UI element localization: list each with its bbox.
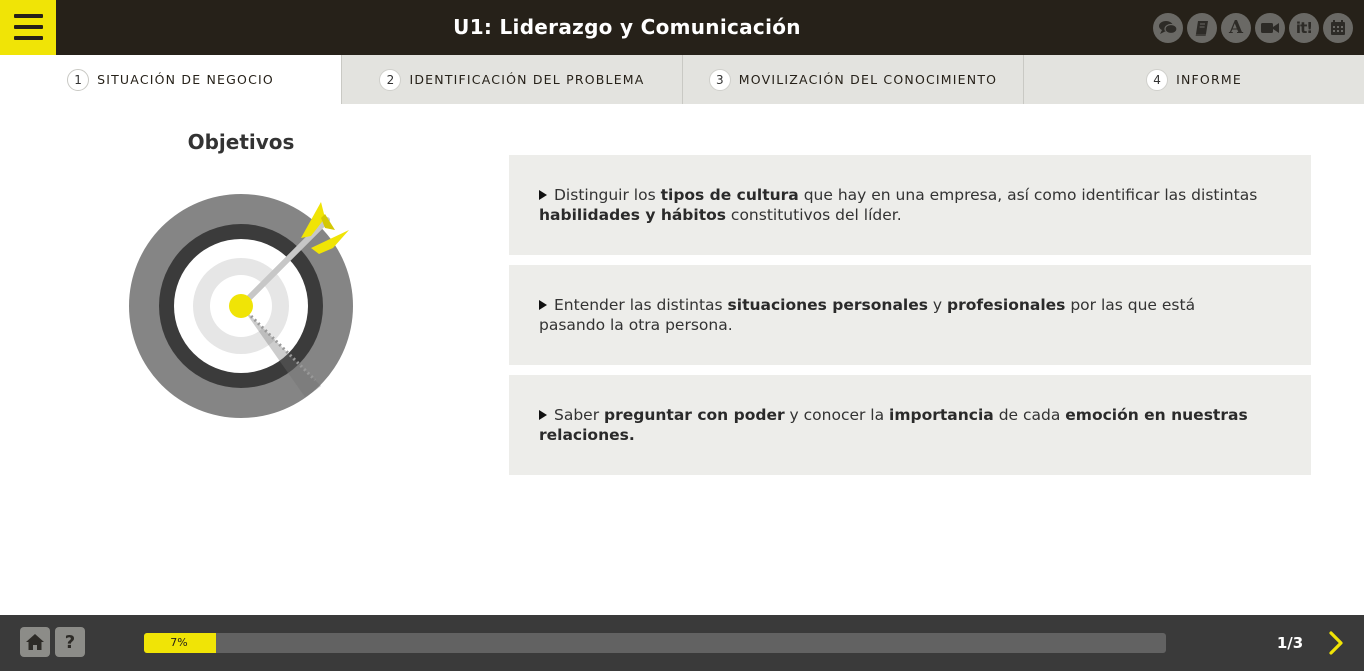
header-bar: U1: Liderazgo y Comunicación A it! (0, 0, 1364, 55)
video-camera-icon[interactable] (1255, 13, 1285, 43)
tab-label: IDENTIFICACIÓN DEL PROBLEMA (409, 72, 645, 87)
step-tabs: 1 SITUACIÓN DE NEGOCIO 2 IDENTIFICACIÓN … (0, 55, 1364, 104)
tab-label: INFORME (1176, 72, 1242, 87)
tab-number: 1 (67, 68, 90, 91)
objective-text: Saber preguntar con poder y conocer la i… (539, 406, 1248, 444)
tab-identificacion-del-problema[interactable]: 2 IDENTIFICACIÓN DEL PROBLEMA (341, 55, 682, 104)
tab-label: MOVILIZACIÓN DEL CONOCIMIENTO (738, 72, 998, 87)
tab-situacion-de-negocio[interactable]: 1 SITUACIÓN DE NEGOCIO (0, 55, 341, 104)
triangle-bullet-icon (539, 300, 547, 310)
tab-informe[interactable]: 4 INFORME (1023, 55, 1364, 104)
target-arrow-icon (129, 194, 353, 418)
objective-card: Saber preguntar con poder y conocer la i… (509, 375, 1311, 475)
progress-label: 7% (170, 636, 188, 649)
page-indicator: 1/3 (1276, 634, 1304, 652)
triangle-bullet-icon (539, 410, 547, 420)
home-button[interactable] (20, 627, 50, 657)
section-title: Objetivos (187, 130, 295, 154)
chevron-right-icon[interactable] (1322, 627, 1352, 659)
help-button[interactable]: ? (55, 627, 85, 657)
page-title: U1: Liderazgo y Comunicación (453, 15, 801, 39)
progress-bar: 7% (144, 633, 1166, 653)
tab-label: SITUACIÓN DE NEGOCIO (97, 72, 274, 87)
tab-number: 2 (379, 68, 402, 91)
tab-number: 4 (1146, 68, 1169, 91)
it-icon[interactable]: it! (1289, 13, 1319, 43)
calendar-icon[interactable] (1323, 13, 1353, 43)
chat-icon[interactable] (1153, 13, 1183, 43)
tab-number: 3 (708, 68, 731, 91)
toolbar: A it! (1153, 13, 1353, 43)
objective-text: Entender las distintas situaciones perso… (539, 296, 1196, 334)
font-icon[interactable]: A (1221, 13, 1251, 43)
footer-bar: ? 7% 1/3 (0, 615, 1364, 671)
triangle-bullet-icon (539, 190, 547, 200)
home-icon (26, 634, 44, 650)
objective-card: Entender las distintas situaciones perso… (509, 265, 1311, 365)
book-icon[interactable] (1187, 13, 1217, 43)
tab-movilizacion-del-conocimiento[interactable]: 3 MOVILIZACIÓN DEL CONOCIMIENTO (682, 55, 1023, 104)
objective-text: Distinguir los tipos de cultura que hay … (539, 186, 1258, 224)
objective-card: Distinguir los tipos de cultura que hay … (509, 155, 1311, 255)
